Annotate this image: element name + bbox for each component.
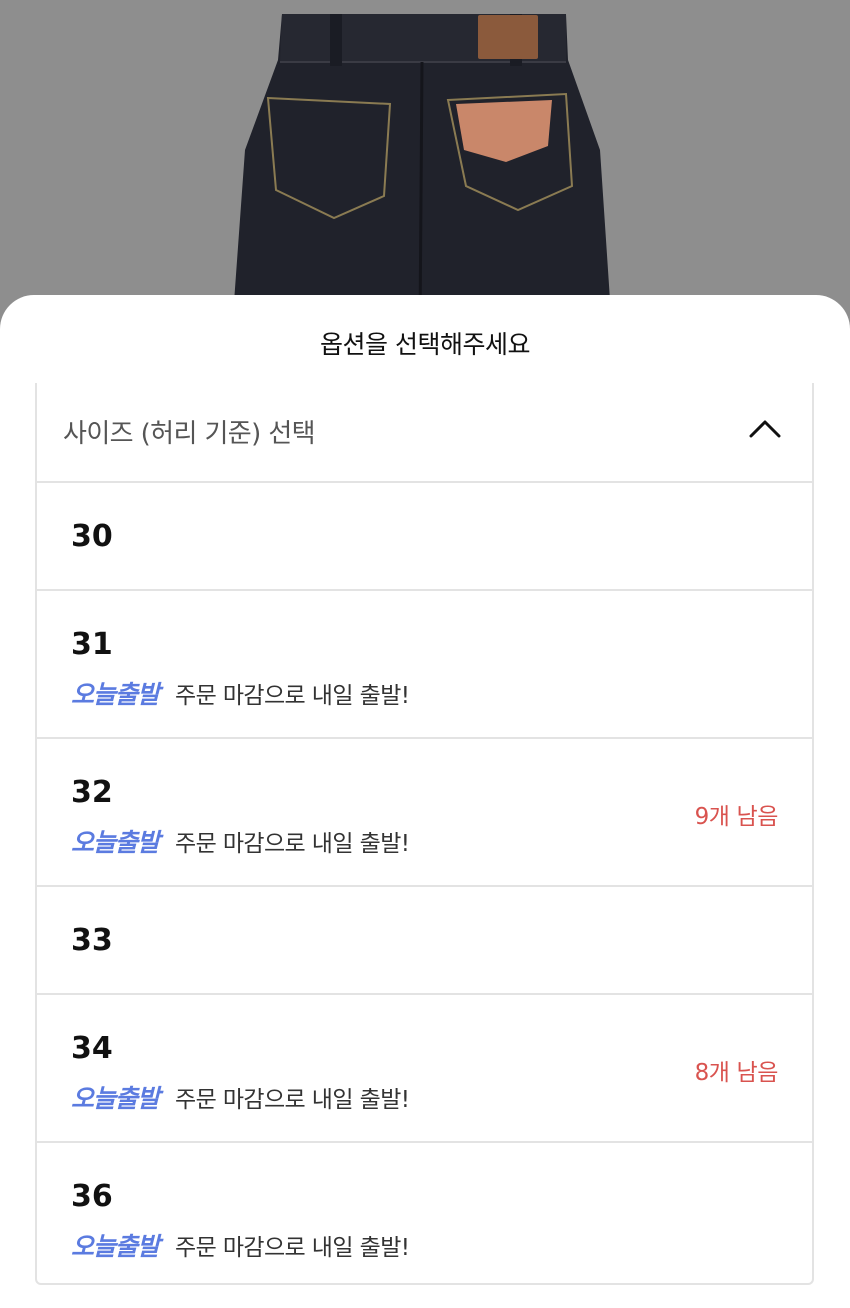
today-ship-badge: 오늘출발 — [71, 680, 160, 709]
size-select-header[interactable]: 사이즈 (허리 기준) 선택 — [37, 383, 812, 483]
size-option-31[interactable]: 31 오늘출발 주문 마감으로 내일 출발! — [37, 591, 812, 739]
shipping-info: 오늘출발 주문 마감으로 내일 출발! — [71, 1227, 410, 1263]
size-option-30[interactable]: 30 — [37, 483, 812, 591]
today-ship-badge: 오늘출발 — [71, 1084, 160, 1113]
option-size: 30 — [71, 519, 113, 554]
shipping-info: 오늘출발 주문 마감으로 내일 출발! — [71, 823, 410, 859]
jeans-illustration — [0, 0, 850, 330]
today-ship-badge: 오늘출발 — [71, 828, 160, 857]
size-option-32[interactable]: 32 오늘출발 주문 마감으로 내일 출발! 9개 남음 — [37, 739, 812, 887]
shipping-text: 주문 마감으로 내일 출발! — [175, 1087, 410, 1113]
size-select-label: 사이즈 (허리 기준) 선택 — [63, 419, 316, 449]
option-size: 34 — [71, 1031, 113, 1066]
shipping-info: 오늘출발 주문 마감으로 내일 출발! — [71, 675, 410, 711]
option-size: 32 — [71, 775, 113, 810]
size-select: 사이즈 (허리 기준) 선택 30 31 오늘출발 주문 마감으로 내일 출발!… — [35, 383, 814, 1285]
shipping-text: 주문 마감으로 내일 출발! — [175, 1235, 410, 1261]
option-size: 33 — [71, 923, 113, 958]
stock-remaining: 8개 남음 — [694, 1060, 779, 1086]
size-option-36[interactable]: 36 오늘출발 주문 마감으로 내일 출발! — [37, 1143, 812, 1291]
shipping-text: 주문 마감으로 내일 출발! — [175, 683, 410, 709]
shipping-text: 주문 마감으로 내일 출발! — [175, 831, 410, 857]
shipping-info: 오늘출발 주문 마감으로 내일 출발! — [71, 1079, 410, 1115]
option-size: 31 — [71, 627, 113, 662]
option-size: 36 — [71, 1179, 113, 1214]
chevron-up-icon[interactable] — [748, 417, 782, 439]
option-bottom-sheet: 옵션을 선택해주세요 사이즈 (허리 기준) 선택 30 31 오늘출발 주문 … — [0, 295, 850, 1308]
product-image — [0, 0, 850, 330]
size-option-34[interactable]: 34 오늘출발 주문 마감으로 내일 출발! 8개 남음 — [37, 995, 812, 1143]
stock-remaining: 9개 남음 — [694, 804, 779, 830]
today-ship-badge: 오늘출발 — [71, 1232, 160, 1261]
size-option-33[interactable]: 33 — [37, 887, 812, 995]
sheet-title: 옵션을 선택해주세요 — [320, 330, 530, 359]
